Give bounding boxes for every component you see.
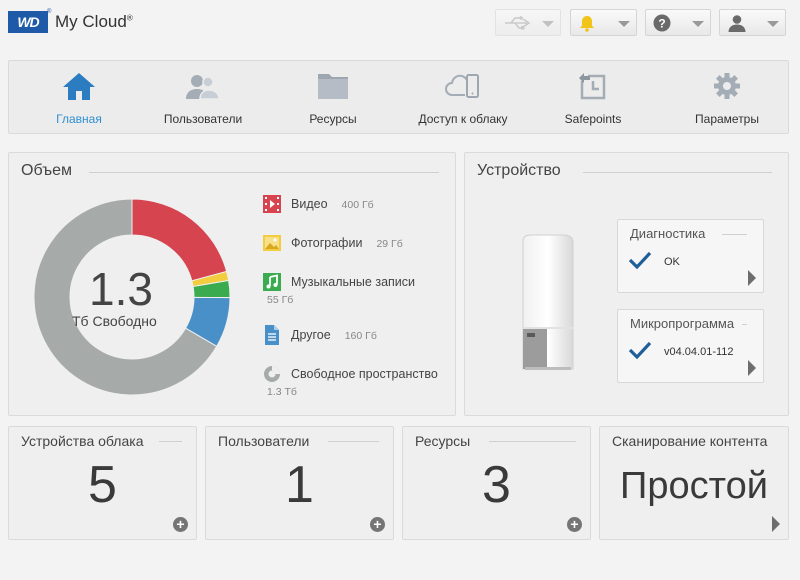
help-icon: ? xyxy=(653,14,671,37)
photo-icon xyxy=(263,233,281,253)
nav-label: Параметры xyxy=(695,112,759,126)
logo-registered-mark: ® xyxy=(47,9,52,15)
safepoint-icon xyxy=(576,71,610,104)
add-icon[interactable]: + xyxy=(567,517,582,532)
legend-label: Свободное пространство xyxy=(291,367,438,381)
firmware-title: Микропрограмма xyxy=(630,316,735,331)
bell-icon xyxy=(578,14,596,37)
title-divider xyxy=(583,172,772,173)
nav-label: Доступ к облаку xyxy=(418,112,508,126)
folder-icon xyxy=(316,71,350,104)
tile-value: 1 xyxy=(285,456,314,514)
app-title-text: My Cloud xyxy=(55,12,127,31)
nav-item-cloud-access[interactable]: Доступ к облаку xyxy=(407,61,519,135)
users-icon xyxy=(185,71,221,104)
firmware-version: v04.04.01-112 xyxy=(664,346,734,358)
app-title: My Cloud® xyxy=(55,12,133,31)
legend-item-free-space: Свободное пространство 1.3 Тб xyxy=(263,364,453,400)
music-icon xyxy=(263,272,281,292)
chevron-right-icon[interactable] xyxy=(772,516,780,532)
document-icon xyxy=(263,325,281,345)
legend-label: Видео xyxy=(291,197,328,211)
free-capacity-value: 1.3 xyxy=(89,263,153,315)
top-header: WD ® My Cloud® ? xyxy=(0,0,800,46)
shares-tile[interactable]: Ресурсы 3 + xyxy=(402,426,591,540)
add-icon[interactable]: + xyxy=(173,517,188,532)
legend-label: Фотографии xyxy=(291,236,363,250)
svg-text:?: ? xyxy=(658,17,665,31)
nav-item-users[interactable]: Пользователи xyxy=(147,61,259,135)
chevron-down-icon xyxy=(692,21,704,27)
legend-size: 160 Гб xyxy=(344,330,377,342)
main-navigation: Главная Пользователи Ресурсы Доступ к об… xyxy=(8,60,789,134)
chevron-down-icon xyxy=(767,21,779,27)
legend-item-music: Музыкальные записи 55 Гб xyxy=(263,272,453,308)
chevron-down-icon xyxy=(618,21,630,27)
usb-icon xyxy=(503,14,535,37)
diagnostics-status: OK xyxy=(664,256,680,268)
diagnostics-panel[interactable]: Диагностика OK xyxy=(617,219,764,293)
title-divider xyxy=(328,441,379,442)
checkmark-icon xyxy=(628,250,652,275)
firmware-panel[interactable]: Микропрограмма v04.04.01-112 xyxy=(617,309,764,383)
nav-item-settings[interactable]: Параметры xyxy=(671,61,783,135)
legend-label: Музыкальные записи xyxy=(291,275,415,289)
usb-menu-button[interactable] xyxy=(495,9,561,36)
wd-logo[interactable]: WD xyxy=(8,11,48,33)
content-scan-tile[interactable]: Сканирование контента Простой xyxy=(599,426,789,540)
legend-size: 1.3 Тб xyxy=(267,386,297,398)
users-tile[interactable]: Пользователи 1 + xyxy=(205,426,394,540)
home-icon xyxy=(62,71,96,104)
nav-item-shares[interactable]: Ресурсы xyxy=(277,61,389,135)
free-capacity-label: Тб Свободно xyxy=(72,313,157,329)
nav-label: Ресурсы xyxy=(309,112,357,126)
video-icon xyxy=(263,194,281,214)
tile-value: 3 xyxy=(482,456,511,514)
alerts-menu-button[interactable] xyxy=(570,9,637,36)
checkmark-icon xyxy=(628,340,652,365)
nav-item-home[interactable]: Главная xyxy=(23,61,135,135)
help-menu-button[interactable]: ? xyxy=(645,9,711,36)
nav-item-safepoints[interactable]: Safepoints xyxy=(537,61,649,135)
legend-item-photos: Фотографии 29 Гб xyxy=(263,233,453,255)
nas-device-image xyxy=(522,234,574,370)
legend-size: 29 Гб xyxy=(376,238,403,250)
title-divider xyxy=(722,234,747,235)
tile-value: 5 xyxy=(88,456,117,514)
legend-size: 400 Гб xyxy=(341,199,374,211)
title-divider xyxy=(159,441,182,442)
cloud-devices-tile[interactable]: Устройства облака 5 + xyxy=(8,426,197,540)
chevron-right-icon[interactable] xyxy=(748,360,756,376)
nav-label: Главная xyxy=(56,112,102,126)
legend-item-video: Видео 400 Гб xyxy=(263,194,453,216)
free-space-icon xyxy=(263,364,281,384)
cloud-device-icon xyxy=(445,71,481,104)
add-icon[interactable]: + xyxy=(370,517,385,532)
chevron-right-icon[interactable] xyxy=(748,270,756,286)
tile-title: Пользователи xyxy=(218,433,310,449)
legend-item-other: Другое 160 Гб xyxy=(263,325,453,347)
nav-label: Safepoints xyxy=(564,112,622,126)
gear-icon xyxy=(712,71,742,104)
tile-title: Устройства облака xyxy=(21,433,144,449)
user-menu-button[interactable] xyxy=(719,9,786,36)
tile-value: Простой xyxy=(620,465,768,507)
chevron-down-icon xyxy=(542,21,554,27)
capacity-title: Объем xyxy=(21,162,72,179)
tile-title: Сканирование контента xyxy=(612,433,768,449)
device-card: Устройство Диагностика OK Микропрограмма… xyxy=(464,152,789,416)
diagnostics-title: Диагностика xyxy=(630,226,706,241)
nav-label: Пользователи xyxy=(163,112,243,126)
legend-label: Другое xyxy=(291,328,331,342)
title-divider xyxy=(489,441,576,442)
legend-size: 55 Гб xyxy=(267,294,294,306)
tile-title: Ресурсы xyxy=(415,433,471,449)
user-icon xyxy=(727,14,747,37)
title-divider xyxy=(742,324,747,325)
device-title: Устройство xyxy=(477,162,561,179)
title-divider xyxy=(89,172,439,173)
